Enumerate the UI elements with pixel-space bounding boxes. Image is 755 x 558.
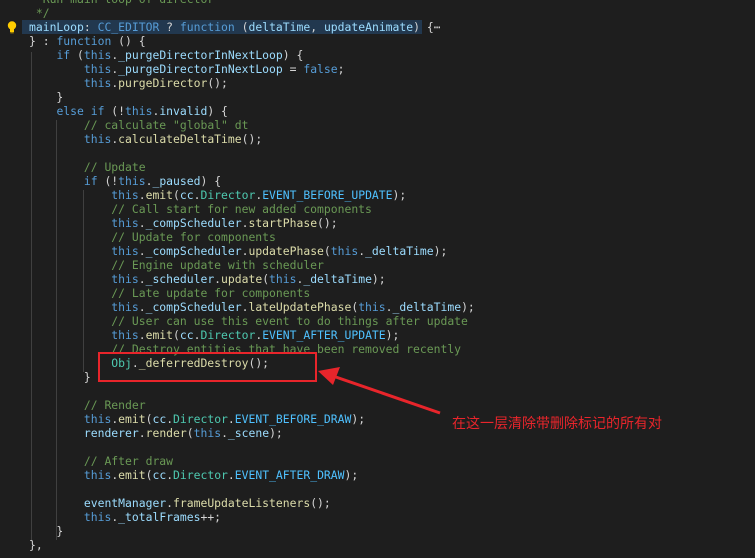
code-editor[interactable]: Run main loop of director */mainLoop: CC… [0, 0, 755, 558]
annotation-arrow [318, 367, 441, 415]
annotation-label: 在这一层清除带删除标记的所有对 [452, 416, 662, 432]
